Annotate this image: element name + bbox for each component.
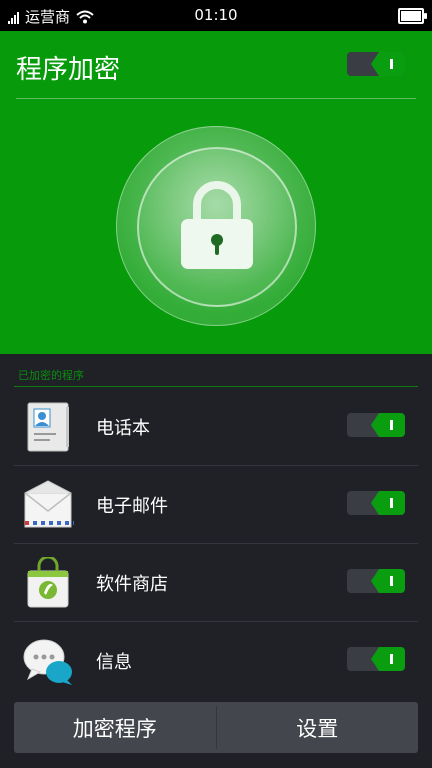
hero-panel: 程序加密 [0,31,432,354]
encrypt-apps-button[interactable]: 加密程序 [14,702,216,753]
list-item-email[interactable]: 电子邮件 [0,466,432,544]
section-divider [14,386,418,387]
app-store-lock-toggle[interactable] [347,569,405,593]
contacts-icon [27,402,69,452]
app-store-icon [27,557,69,608]
email-icon [24,480,74,528]
battery-icon [398,8,427,24]
section-title: 已加密的程序 [18,369,84,382]
padlock-icon [181,181,253,269]
page-title: 程序加密 [16,55,121,85]
messages-lock-toggle[interactable] [347,647,405,671]
bottom-action-bar: 加密程序 设置 [14,702,418,753]
list-item-app-store[interactable]: 软件商店 [0,544,432,622]
messages-icon [23,639,72,685]
app-label: 软件商店 [96,574,168,595]
settings-button[interactable]: 设置 [217,702,419,753]
app-label: 信息 [96,652,132,673]
status-bar: 运营商 01:10 [0,0,432,31]
lock-graphic [116,126,316,326]
master-lock-toggle[interactable] [347,52,405,76]
contacts-lock-toggle[interactable] [347,413,405,437]
email-lock-toggle[interactable] [347,491,405,515]
app-label: 电话本 [96,418,150,439]
list-item-contacts[interactable]: 电话本 [0,388,432,466]
header-divider [16,98,416,99]
list-item-messages[interactable]: 信息 [0,622,432,700]
clock: 01:10 [194,6,238,24]
app-label: 电子邮件 [96,496,168,517]
